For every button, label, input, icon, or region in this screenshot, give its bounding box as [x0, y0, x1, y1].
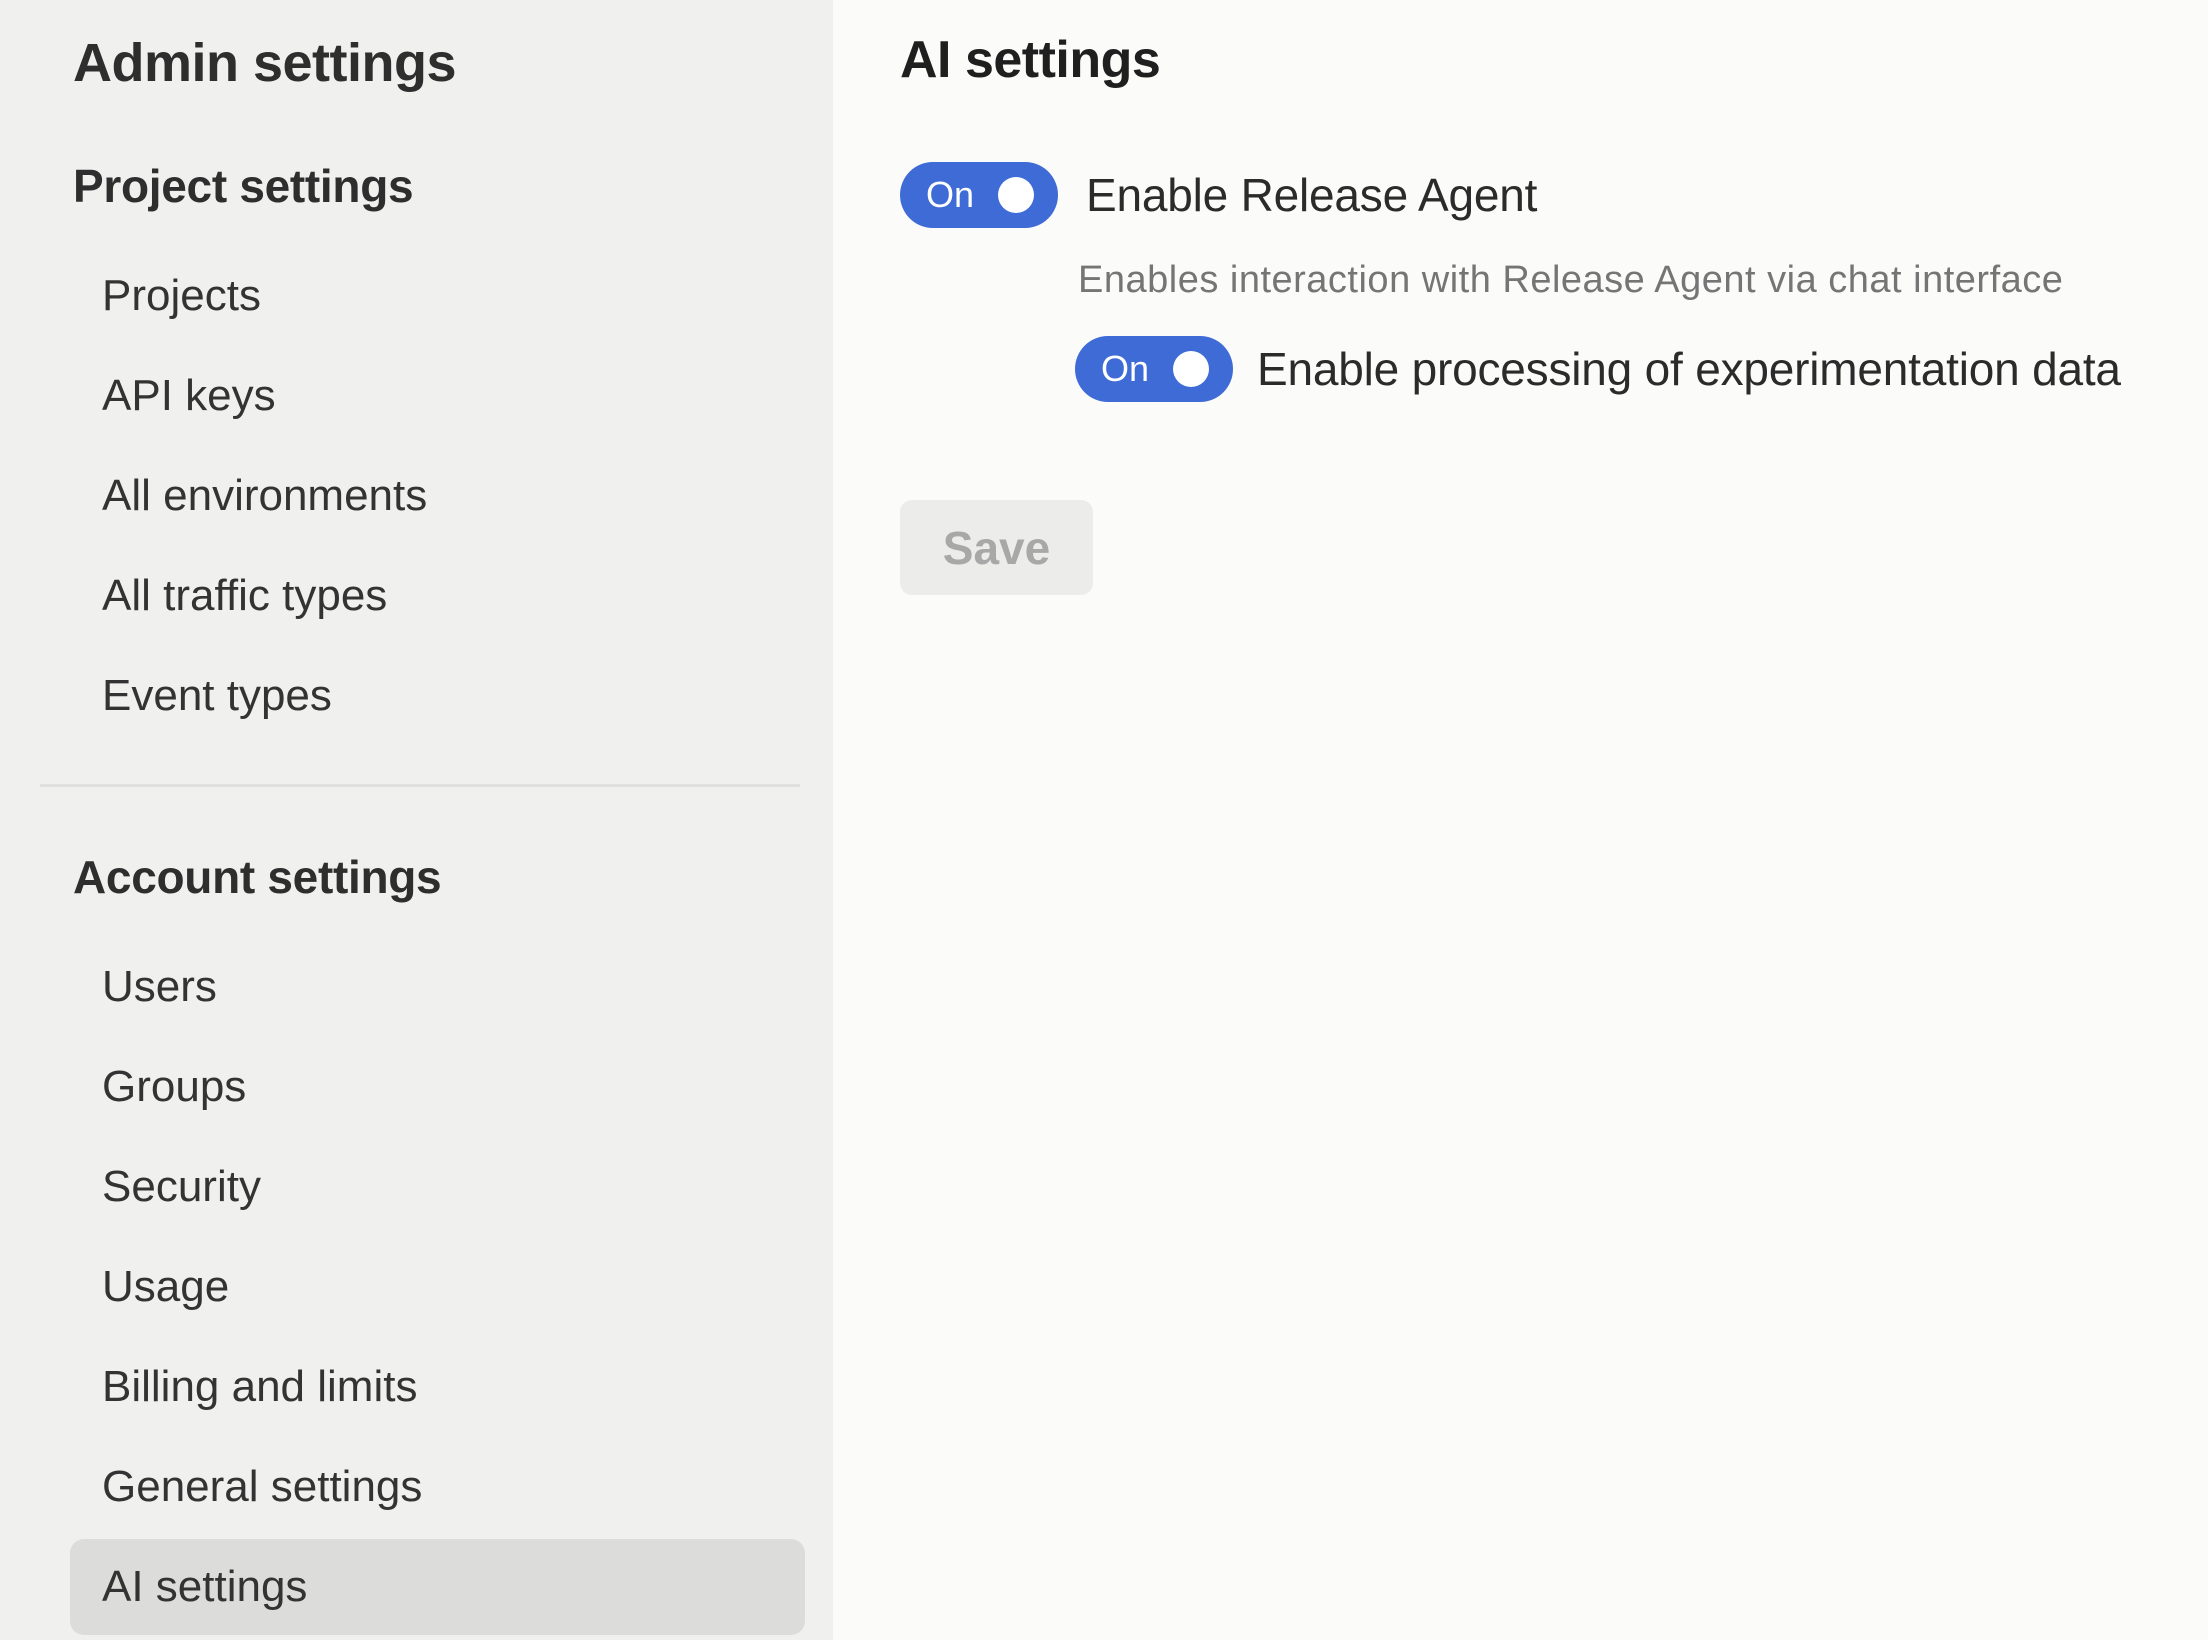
sidebar-item-event-types[interactable]: Event types: [70, 648, 805, 744]
sidebar-title: Admin settings: [73, 30, 833, 96]
release-agent-toggle-row: On Enable Release Agent: [900, 162, 2208, 228]
sidebar-divider: [40, 784, 800, 787]
sidebar-item-users[interactable]: Users: [70, 939, 805, 1035]
main-content: AI settings On Enable Release Agent Enab…: [833, 0, 2208, 1640]
sidebar-item-all-environments[interactable]: All environments: [70, 448, 805, 544]
enable-experimentation-data-label: Enable processing of experimentation dat…: [1257, 342, 2121, 396]
sidebar: Admin settings Project settings Projects…: [0, 0, 833, 1640]
save-button[interactable]: Save: [900, 500, 1093, 595]
sidebar-item-groups[interactable]: Groups: [70, 1039, 805, 1135]
sidebar-item-projects[interactable]: Projects: [70, 248, 805, 344]
experimentation-data-toggle-row: On Enable processing of experimentation …: [1075, 336, 2208, 402]
enable-release-agent-toggle[interactable]: On: [900, 162, 1058, 228]
sidebar-item-billing-and-limits[interactable]: Billing and limits: [70, 1339, 805, 1435]
toggle-knob: [1173, 351, 1209, 387]
enable-release-agent-label: Enable Release Agent: [1086, 168, 1537, 222]
sidebar-item-security[interactable]: Security: [70, 1139, 805, 1235]
enable-experimentation-data-toggle[interactable]: On: [1075, 336, 1233, 402]
sidebar-item-all-traffic-types[interactable]: All traffic types: [70, 548, 805, 644]
sidebar-item-usage[interactable]: Usage: [70, 1239, 805, 1335]
admin-settings-page: Admin settings Project settings Projects…: [0, 0, 2208, 1640]
toggle-state-label: On: [926, 174, 974, 216]
sidebar-item-api-keys[interactable]: API keys: [70, 348, 805, 444]
release-agent-description: Enables interaction with Release Agent v…: [1078, 256, 2208, 304]
toggle-knob: [998, 177, 1034, 213]
account-settings-nav: Users Groups Security Usage Billing and …: [0, 939, 833, 1635]
section-header-project-settings: Project settings: [73, 156, 833, 216]
project-settings-nav: Projects API keys All environments All t…: [0, 248, 833, 744]
toggle-state-label: On: [1101, 348, 1149, 390]
sidebar-item-ai-settings[interactable]: AI settings: [70, 1539, 805, 1635]
sidebar-item-general-settings[interactable]: General settings: [70, 1439, 805, 1535]
page-title: AI settings: [900, 28, 2208, 92]
section-header-account-settings: Account settings: [73, 847, 833, 907]
